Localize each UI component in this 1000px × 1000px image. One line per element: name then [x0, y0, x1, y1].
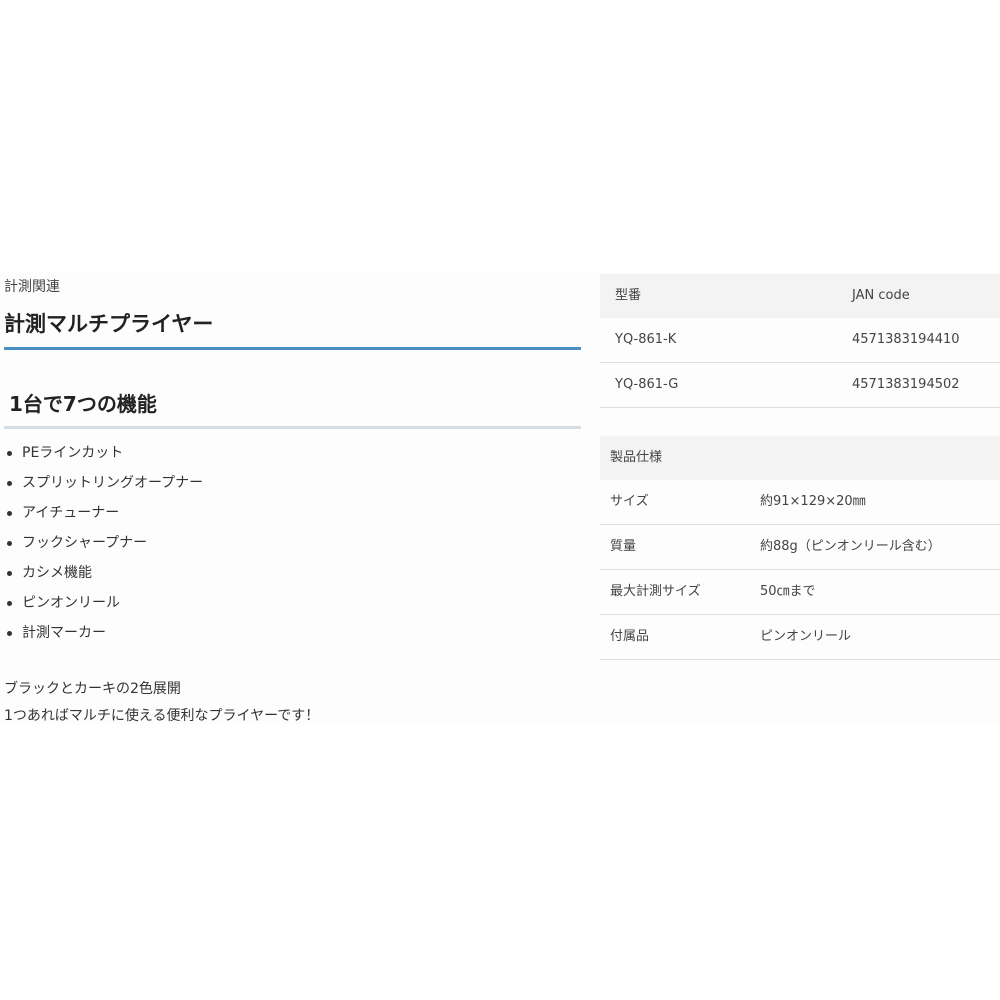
- spec-value: 約91×129×20㎜: [760, 494, 866, 509]
- table-row: 最大計測サイズ 50㎝まで: [600, 570, 1000, 615]
- feature-text: ピンオンリール: [22, 595, 120, 611]
- table-header-row: 型番 JAN code: [600, 274, 1000, 318]
- feature-text: PEラインカット: [22, 445, 124, 461]
- bullet-icon: [7, 451, 12, 456]
- spec-value: ピンオンリール: [760, 629, 852, 644]
- list-item: スプリットリングオープナー: [4, 470, 203, 500]
- model-table: 型番 JAN code YQ-861-K 4571383194410 YQ-86…: [600, 274, 1000, 408]
- table-row: YQ-861-K 4571383194410: [600, 318, 1000, 363]
- spec-value: 50㎝まで: [760, 584, 816, 599]
- list-item: PEラインカット: [4, 440, 203, 470]
- table-header-row: 製品仕様: [600, 436, 1000, 480]
- product-spec-table: 製品仕様 サイズ 約91×129×20㎜ 質量 約88g（ピンオンリール含む） …: [600, 436, 1000, 660]
- feature-text: 計測マーカー: [22, 625, 106, 641]
- table-row: サイズ 約91×129×20㎜: [600, 480, 1000, 525]
- bullet-icon: [7, 571, 12, 576]
- spec-label: 付属品: [610, 629, 650, 644]
- spec-label: サイズ: [610, 494, 649, 509]
- description-text: ブラックとカーキの2色展開 1つあればマルチに使える便利なプライヤーです！: [4, 676, 319, 730]
- feature-text: カシメ機能: [22, 565, 92, 581]
- spec-label: 質量: [610, 539, 637, 554]
- description-line: ブラックとカーキの2色展開: [4, 681, 181, 697]
- bullet-icon: [7, 481, 12, 486]
- title-divider: [4, 347, 581, 350]
- feature-text: スプリットリングオープナー: [22, 475, 204, 491]
- list-item: カシメ機能: [4, 560, 203, 590]
- table-row: 付属品 ピンオンリール: [600, 615, 1000, 660]
- model-number: YQ-861-G: [615, 377, 679, 392]
- category-label: 計測関連: [4, 279, 60, 295]
- model-number: YQ-861-K: [615, 332, 677, 347]
- product-info-section: 計測関連 計測マルチプライヤー 1台で7つの機能 PEラインカット スプリットリ…: [0, 272, 1000, 724]
- feature-text: フックシャープナー: [22, 535, 148, 551]
- bullet-icon: [7, 511, 12, 516]
- heading-divider: [4, 426, 581, 429]
- jan-code: 4571383194410: [852, 332, 960, 347]
- table-row: 質量 約88g（ピンオンリール含む）: [600, 525, 1000, 570]
- features-list: PEラインカット スプリットリングオープナー アイチューナー フックシャープナー…: [4, 440, 203, 650]
- list-item: 計測マーカー: [4, 620, 203, 650]
- table-header-cell: JAN code: [852, 288, 910, 303]
- features-heading: 1台で7つの機能: [9, 392, 157, 416]
- list-item: アイチューナー: [4, 500, 203, 530]
- list-item: ピンオンリール: [4, 590, 203, 620]
- list-item: フックシャープナー: [4, 530, 203, 560]
- bullet-icon: [7, 541, 12, 546]
- product-title: 計測マルチプライヤー: [4, 312, 214, 336]
- spec-value: 約88g（ピンオンリール含む）: [760, 539, 941, 554]
- bullet-icon: [7, 631, 12, 636]
- table-header-cell: 型番: [615, 288, 642, 303]
- jan-code: 4571383194502: [852, 377, 960, 392]
- spec-label: 最大計測サイズ: [610, 584, 701, 599]
- table-row: YQ-861-G 4571383194502: [600, 363, 1000, 408]
- bullet-icon: [7, 601, 12, 606]
- description-line: 1つあればマルチに使える便利なプライヤーです！: [4, 708, 320, 724]
- feature-text: アイチューナー: [22, 505, 120, 521]
- table-header-cell: 製品仕様: [610, 450, 663, 465]
